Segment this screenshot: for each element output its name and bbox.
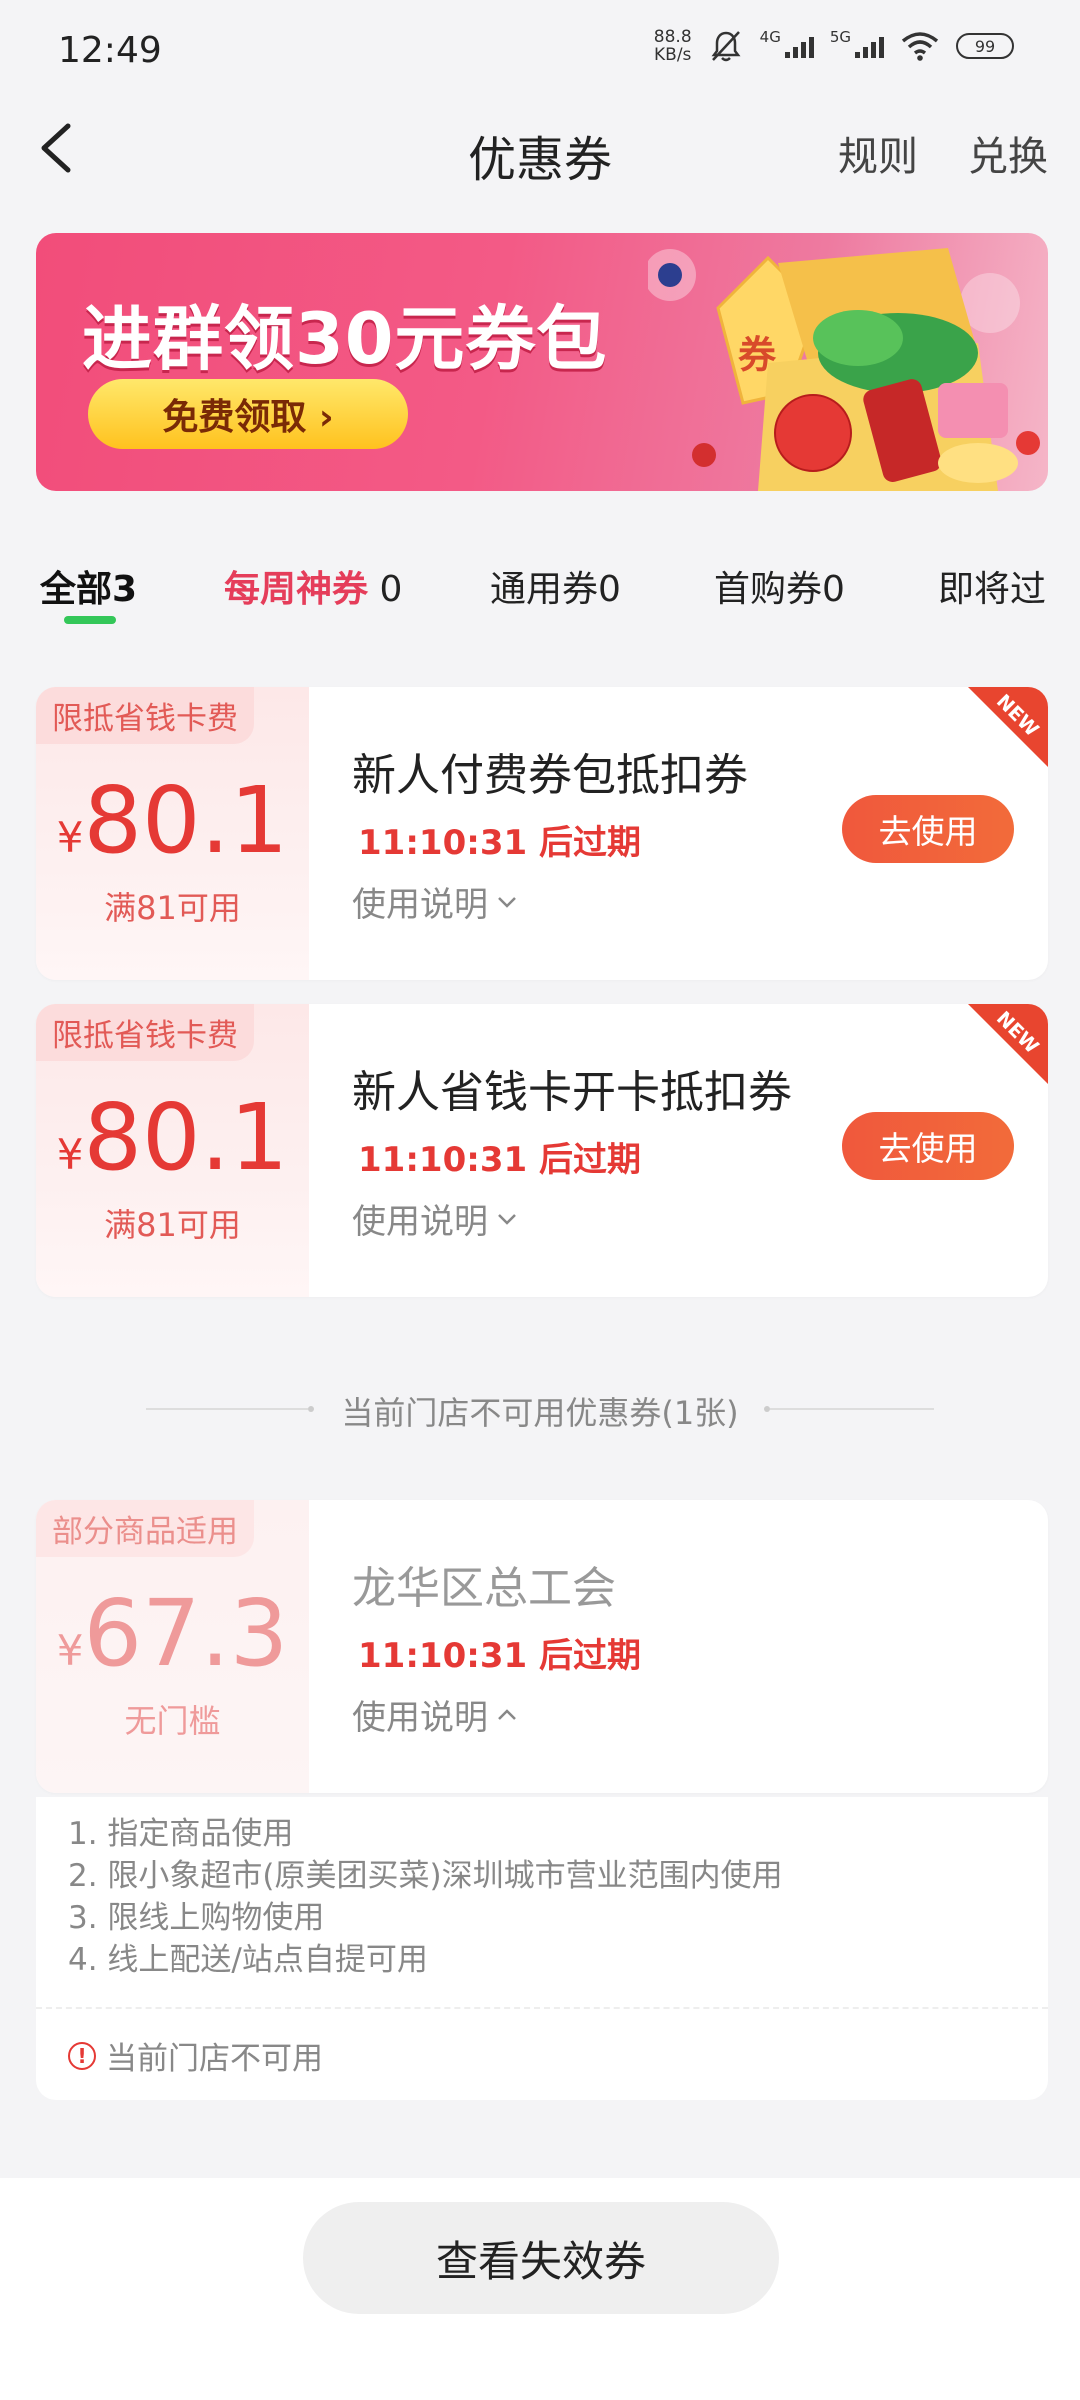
coupon-value-panel: 限抵省钱卡费 ¥80.1 满81可用 bbox=[36, 1004, 309, 1297]
coupon-tag: 限抵省钱卡费 bbox=[36, 1004, 254, 1061]
coupon-condition: 无门槛 bbox=[124, 1702, 221, 1740]
use-coupon-button[interactable]: 去使用 bbox=[842, 795, 1014, 863]
signal-1-label: 4G bbox=[759, 28, 781, 46]
battery-icon: 99 bbox=[956, 33, 1014, 59]
promo-banner[interactable]: 进群领30元券包 免费领取 › 券 bbox=[36, 233, 1048, 491]
coupon-name: 新人省钱卡开卡抵扣券 bbox=[352, 1067, 792, 1118]
unavailable-section-title: 当前门店不可用优惠券(1张) bbox=[341, 1394, 739, 1432]
coupon-condition: 满81可用 bbox=[104, 889, 241, 927]
rules-link[interactable]: 规则 bbox=[838, 124, 918, 182]
tab-weekly-coupons[interactable]: 每周神券 0 bbox=[224, 560, 402, 612]
coupon-amount: ¥67.3 bbox=[56, 1580, 289, 1687]
signal-2-label: 5G bbox=[829, 28, 851, 46]
coupon-condition: 满81可用 bbox=[104, 1206, 241, 1244]
status-icons: 88.8 KB/s 4G 5G 99 bbox=[654, 28, 1014, 64]
coupon-amount: ¥80.1 bbox=[56, 1084, 289, 1191]
tab-expiring-soon[interactable]: 即将过 bbox=[938, 560, 1048, 612]
banner-claim-button[interactable]: 免费领取 › bbox=[88, 379, 408, 449]
chevron-down-icon bbox=[498, 1213, 516, 1225]
unavailable-notice: ! 当前门店不可用 bbox=[68, 2033, 323, 2078]
view-expired-coupons-button[interactable]: 查看失效券 bbox=[303, 2202, 779, 2314]
banner-headline: 进群领30元券包 bbox=[82, 298, 608, 380]
network-speed: 88.8 KB/s bbox=[653, 27, 692, 65]
chevron-down-icon bbox=[498, 896, 516, 908]
coupon-name: 新人付费券包抵扣券 bbox=[352, 750, 748, 801]
new-ribbon-badge: NEW bbox=[968, 1004, 1048, 1084]
tab-all[interactable]: 全部3 bbox=[40, 560, 137, 612]
page-title: 优惠券 bbox=[467, 132, 612, 188]
grocery-gift-box-image: 券 bbox=[648, 248, 1040, 491]
usage-details-panel: 1. 指定商品使用 2. 限小象超市(原美团买菜)深圳城市营业范围内使用 3. … bbox=[36, 1797, 1048, 2100]
new-ribbon-badge: NEW bbox=[968, 687, 1048, 767]
status-bar: 12:49 88.8 KB/s 4G 5G 99 bbox=[0, 0, 1080, 100]
coupon-value-panel: 限抵省钱卡费 ¥80.1 满81可用 bbox=[36, 687, 309, 980]
coupon-amount: ¥80.1 bbox=[56, 767, 289, 874]
coupon-name: 龙华区总工会 bbox=[352, 1563, 616, 1614]
status-time: 12:49 bbox=[58, 30, 162, 71]
usage-instructions-toggle[interactable]: 使用说明 bbox=[352, 1690, 520, 1739]
nav-bar: 优惠券 规则 兑换 bbox=[0, 100, 1080, 204]
coupon-tag: 限抵省钱卡费 bbox=[36, 687, 254, 744]
wifi-icon bbox=[901, 32, 939, 61]
dashed-divider bbox=[36, 2007, 1048, 2009]
coupon-tabs: 全部3 每周神券 0 通用券0 首购券0 即将过 bbox=[0, 560, 1080, 630]
coupon-card: 限抵省钱卡费 ¥80.1 满81可用 新人付费券包抵扣券 11:10:31 后过… bbox=[36, 687, 1048, 980]
coupon-expire-countdown: 11:10:31 后过期 bbox=[358, 823, 641, 863]
signal-1-icon bbox=[784, 34, 814, 58]
coupon-value-panel: 部分商品适用 ¥67.3 无门槛 bbox=[36, 1500, 309, 1793]
list-item: 1. 指定商品使用 bbox=[68, 1816, 294, 1852]
use-coupon-button[interactable]: 去使用 bbox=[842, 1112, 1014, 1180]
coupon-tag: 部分商品适用 bbox=[36, 1500, 254, 1557]
usage-instructions-toggle[interactable]: 使用说明 bbox=[352, 877, 520, 926]
warning-icon: ! bbox=[68, 2041, 96, 2070]
tab-general-coupons[interactable]: 通用券0 bbox=[490, 560, 621, 612]
list-item: 3. 限线上购物使用 bbox=[68, 1900, 325, 1936]
chevron-up-icon bbox=[498, 1708, 516, 1720]
bottom-bar: 查看失效券 bbox=[0, 2178, 1080, 2400]
coupon-card: 限抵省钱卡费 ¥80.1 满81可用 新人省钱卡开卡抵扣券 11:10:31 后… bbox=[36, 1004, 1048, 1297]
signal-2-icon bbox=[855, 34, 884, 58]
coupon-expire-countdown: 11:10:31 后过期 bbox=[358, 1140, 641, 1180]
coupon-expire-countdown: 11:10:31 后过期 bbox=[358, 1636, 641, 1676]
exchange-link[interactable]: 兑换 bbox=[968, 124, 1048, 182]
usage-rules-list: 1. 指定商品使用 2. 限小象超市(原美团买菜)深圳城市营业范围内使用 3. … bbox=[68, 1813, 783, 1981]
usage-instructions-toggle[interactable]: 使用说明 bbox=[352, 1194, 520, 1243]
active-tab-indicator bbox=[64, 616, 116, 624]
list-item: 2. 限小象超市(原美团买菜)深圳城市营业范围内使用 bbox=[68, 1858, 783, 1894]
tab-first-purchase[interactable]: 首购券0 bbox=[714, 560, 845, 612]
coupon-page: 12:49 88.8 KB/s 4G 5G 99 优惠券 规则 兑换 进群领30… bbox=[0, 0, 1080, 2400]
bell-muted-icon bbox=[711, 31, 741, 62]
list-item: 4. 线上配送/站点自提可用 bbox=[68, 1942, 428, 1978]
unavailable-section-divider: 当前门店不可用优惠券(1张) bbox=[0, 1384, 1080, 1434]
unavailable-coupon-card: 部分商品适用 ¥67.3 无门槛 龙华区总工会 11:10:31 后过期 使用说… bbox=[36, 1500, 1048, 1793]
